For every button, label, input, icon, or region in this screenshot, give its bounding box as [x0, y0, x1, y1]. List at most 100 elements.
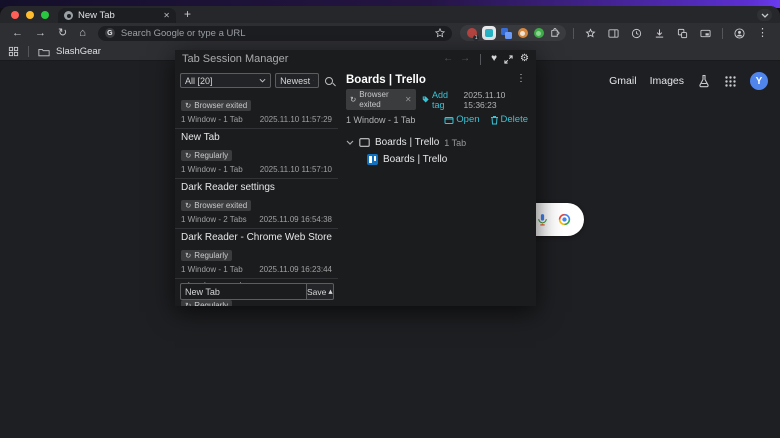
home-button[interactable]: ⌂: [75, 27, 90, 39]
popup-header-divider: [480, 53, 482, 65]
autosave-refresh-icon: ↻: [350, 95, 357, 105]
history-icon[interactable]: [627, 28, 646, 39]
zoom-window-button[interactable]: [41, 11, 49, 19]
newtab-header-links: Gmail Images Y: [609, 72, 768, 90]
autosave-refresh-icon: ↻: [185, 251, 192, 260]
apps-grid-icon[interactable]: [8, 46, 19, 57]
session-name-input[interactable]: [180, 283, 307, 300]
session-detail-panel: Boards | Trello ⋮ ↻ Browser exited ✕ Add…: [338, 68, 536, 306]
donate-heart-icon[interactable]: ♥: [491, 54, 497, 64]
browser-window: New Tab ✕ + ← → ↻ ⌂ G Search Google or t…: [0, 6, 780, 438]
redo-icon[interactable]: →: [460, 54, 470, 64]
chevron-down-icon[interactable]: [346, 140, 354, 146]
window-icon: [359, 138, 370, 148]
tab-strip: New Tab ✕ +: [0, 6, 780, 23]
session-item[interactable]: Dark Reader settings ↻ Browser exited 1 W…: [175, 179, 338, 229]
autosave-refresh-icon: ↻: [185, 201, 192, 210]
detail-session-title: Boards | Trello: [346, 74, 426, 86]
save-menu-caret-icon: ▴: [328, 286, 333, 296]
browser-menu-kebab-icon[interactable]: ⋮: [753, 27, 772, 39]
session-title: Dark Reader settings: [181, 182, 275, 193]
minimize-window-button[interactable]: [26, 11, 34, 19]
extensions-pill: 1: [460, 25, 566, 41]
popup-body: All [20] Newest ↻ Browser exited 1 Window: [175, 68, 536, 306]
reload-button[interactable]: ↻: [54, 27, 71, 39]
extension-badge: 1: [473, 34, 479, 41]
filter-dropdown[interactable]: All [20]: [180, 73, 272, 88]
popup-title: Tab Session Manager: [182, 53, 289, 65]
translate-icon[interactable]: [673, 28, 692, 39]
picture-in-picture-icon[interactable]: [696, 28, 715, 39]
open-session-button[interactable]: Open: [444, 114, 480, 125]
session-info: 1 Window - 1 Tab: [181, 115, 243, 124]
expand-icon[interactable]: [504, 54, 513, 64]
tab-node[interactable]: Boards | Trello: [367, 154, 528, 166]
detail-info: 1 Window - 1 Tab: [346, 114, 416, 125]
images-link[interactable]: Images: [650, 75, 684, 87]
session-item[interactable]: Dark Reader - Chrome Web Store ↻ Regularl…: [175, 229, 338, 279]
window-title: Boards | Trello: [375, 137, 440, 149]
extension-icon-1[interactable]: 1: [466, 28, 479, 41]
session-list-panel: All [20] Newest ↻ Browser exited 1 Window: [175, 68, 338, 306]
search-labs-flask-icon[interactable]: [697, 74, 711, 88]
tab-session-manager-extension-icon[interactable]: [482, 26, 496, 40]
google-logo-icon: G: [104, 28, 115, 38]
tag-icon: [422, 96, 429, 103]
tab-search-button[interactable]: [757, 9, 772, 21]
delete-session-button[interactable]: Delete: [490, 114, 528, 125]
google-apps-grid-icon[interactable]: [724, 75, 737, 88]
session-info: 1 Window - 1 Tab: [181, 165, 243, 174]
profile-avatar[interactable]: Y: [750, 72, 768, 90]
google-lens-icon[interactable]: [558, 213, 571, 226]
address-bar-placeholder: Search Google or type a URL: [120, 27, 246, 39]
sort-value: Newest: [280, 75, 311, 86]
toolbar-divider: [722, 27, 723, 39]
save-button[interactable]: Save ▴: [307, 283, 334, 300]
extension-icon-3[interactable]: [517, 28, 528, 39]
undo-icon[interactable]: ←: [443, 54, 453, 64]
detail-tag-badge[interactable]: ↻ Browser exited ✕: [346, 89, 416, 111]
settings-gear-icon[interactable]: ⚙: [520, 54, 529, 64]
session-date: 2025.11.09 16:54:38: [259, 215, 332, 224]
tab-session-manager-popup: Tab Session Manager ← → ♥ ⚙ All [20] New…: [175, 50, 536, 306]
remove-tag-icon[interactable]: ✕: [405, 95, 412, 105]
popup-header: Tab Session Manager ← → ♥ ⚙: [175, 50, 536, 68]
session-item[interactable]: New Tab ↻ Regularly 1 Window - 1 Tab 2025.…: [175, 129, 338, 179]
bookmark-folder-slashgear[interactable]: SlashGear: [56, 46, 101, 57]
session-item[interactable]: ↻ Browser exited 1 Window - 1 Tab 2025.11.…: [175, 92, 338, 129]
session-title: New Tab: [181, 132, 220, 143]
trash-icon: [490, 115, 498, 125]
browser-toolbar: ← → ↻ ⌂ G Search Google or type a URL 1: [0, 23, 780, 43]
back-button[interactable]: ←: [8, 27, 27, 39]
new-tab-button[interactable]: +: [176, 7, 199, 23]
sort-dropdown[interactable]: Newest: [275, 73, 320, 88]
gmail-link[interactable]: Gmail: [609, 75, 636, 87]
filter-value: All [20]: [185, 75, 213, 86]
extensions-puzzle-icon[interactable]: [549, 27, 560, 39]
side-panel-icon[interactable]: [604, 28, 623, 39]
bookmarks-divider: [28, 46, 29, 57]
extension-icon-2[interactable]: [501, 27, 512, 39]
autosave-refresh-icon: ↻: [185, 101, 192, 110]
bookmark-sparkle-icon[interactable]: [581, 27, 600, 39]
detail-menu-kebab-icon[interactable]: ⋮: [514, 74, 528, 84]
forward-button[interactable]: →: [31, 27, 50, 39]
voice-search-mic-icon[interactable]: [536, 213, 549, 226]
bookmark-star-icon[interactable]: [435, 28, 445, 38]
add-tag-button[interactable]: Add tag: [422, 90, 458, 110]
window-node[interactable]: Boards | Trello 1 Tab: [346, 137, 528, 148]
session-info: 1 Window - 2 Tabs: [181, 215, 247, 224]
tab-close-icon[interactable]: ✕: [163, 11, 170, 20]
save-session-row: Save▴: [180, 283, 334, 300]
search-icon[interactable]: [325, 76, 333, 85]
tab-title: New Tab: [78, 10, 115, 21]
window-tab-count: 1 Tab: [444, 137, 467, 148]
detail-date: 2025.11.10 15:36:23: [463, 89, 506, 110]
profile-avatar-icon[interactable]: [730, 27, 749, 39]
browser-tab[interactable]: New Tab ✕: [58, 8, 176, 23]
download-icon[interactable]: [650, 28, 669, 39]
close-window-button[interactable]: [11, 11, 19, 19]
extension-icon-4[interactable]: [533, 28, 544, 39]
address-bar[interactable]: G Search Google or type a URL: [97, 25, 452, 41]
toolbar-divider: [573, 27, 574, 39]
